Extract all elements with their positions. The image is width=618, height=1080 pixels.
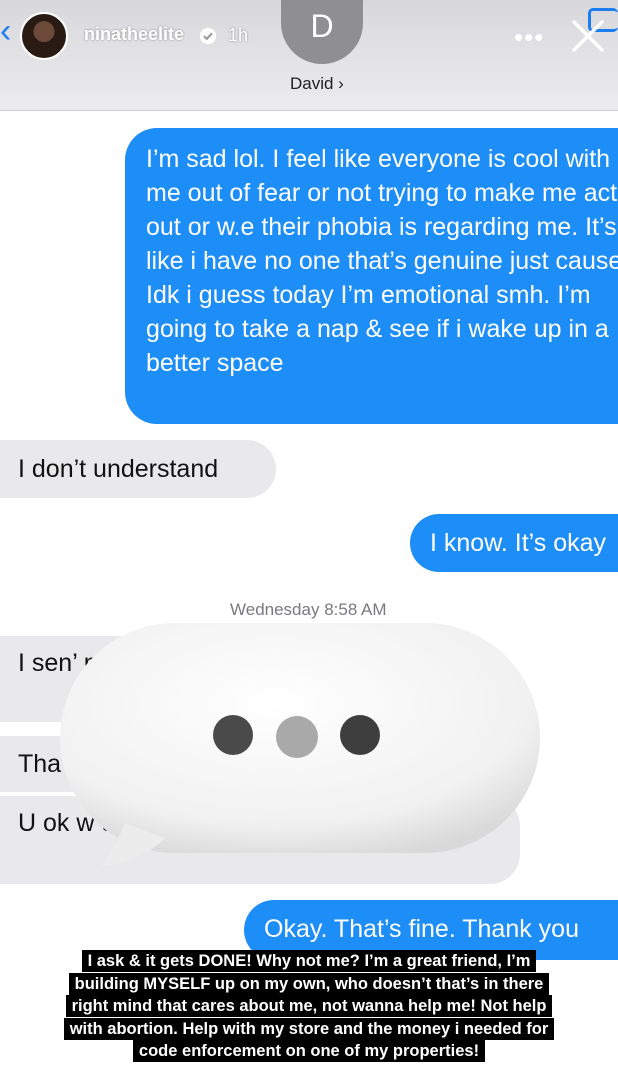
verified-badge-icon — [199, 27, 217, 45]
conversation-timestamp: Wednesday 8:58 AM — [230, 600, 387, 619]
story-caption: I ask & it gets DONE! Why not me? I’m a … — [26, 950, 592, 1063]
message-bubble-sent: I know. It’s okay — [410, 514, 618, 572]
contact-name[interactable]: David › — [290, 74, 344, 94]
message-bubble-received: I don’t understand — [0, 440, 276, 498]
close-icon[interactable] — [568, 16, 608, 56]
caption-line: with abortion. Help with my store and th… — [63, 1017, 555, 1040]
caption-line: I ask & it gets DONE! Why not me? I’m a … — [81, 950, 537, 972]
avatar[interactable] — [20, 12, 68, 60]
story-header: ‹ ninatheelite 1h D David › ••• — [0, 0, 618, 111]
more-options-icon[interactable]: ••• — [514, 22, 544, 53]
caption-line: building MYSELF up on my own, who doesn’… — [68, 972, 550, 995]
story-username[interactable]: ninatheelite — [84, 24, 184, 45]
story-time-ago: 1h — [228, 25, 249, 45]
message-bubble-sent: I’m sad lol. I feel like everyone is coo… — [125, 128, 618, 424]
contact-avatar[interactable]: D — [281, 0, 363, 64]
caption-line: right mind that cares about me, not wann… — [65, 995, 553, 1017]
caption-line: code enforcement on one of my properties… — [132, 1040, 486, 1062]
back-arrow-icon[interactable]: ‹ — [0, 14, 20, 48]
typing-indicator-icon — [60, 623, 540, 866]
